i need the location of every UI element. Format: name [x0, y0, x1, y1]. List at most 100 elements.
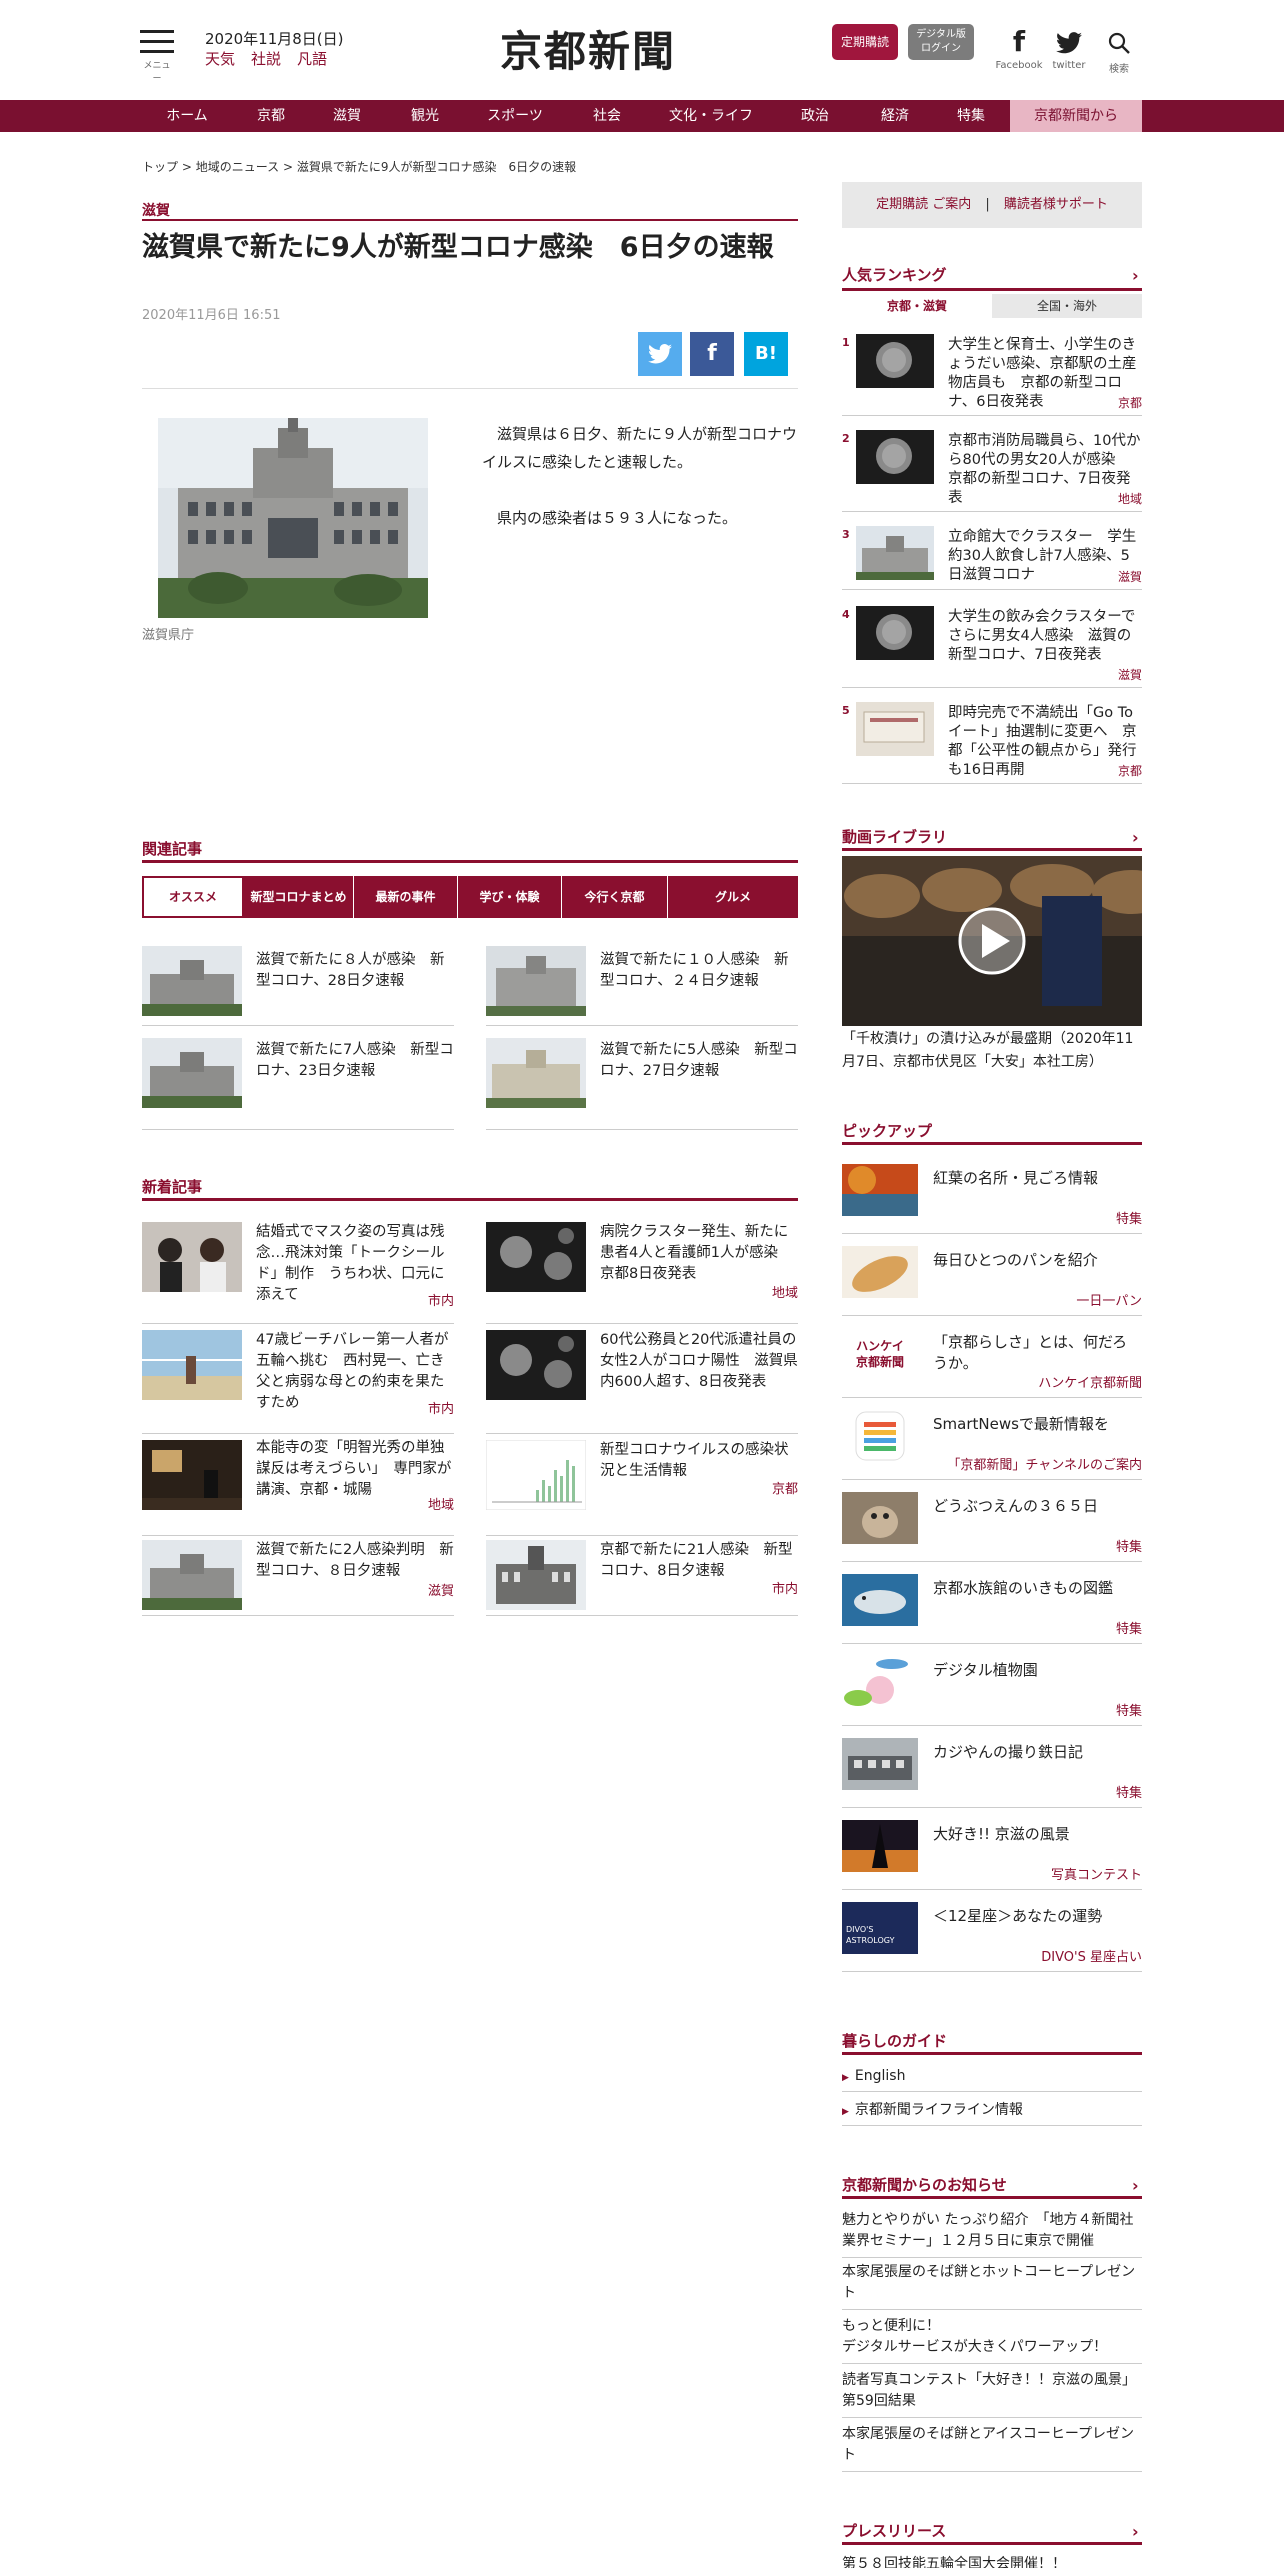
facebook-header-link[interactable]: f Facebook: [994, 24, 1044, 71]
breadcrumb-local-news[interactable]: 地域のニュース: [196, 160, 279, 174]
article-photo-shiga-prefectural-office[interactable]: [158, 418, 428, 618]
guide-item-english[interactable]: ▶ English: [842, 2060, 1142, 2092]
weather-link[interactable]: 天気: [205, 50, 235, 68]
tab-learning[interactable]: 学び・体験: [458, 876, 562, 918]
menu-button[interactable]: メニュー: [140, 30, 174, 84]
ranking-number: 5: [842, 704, 850, 717]
related-item[interactable]: 滋賀で新たに5人感染 新型コロナ、27日夕速報: [486, 1032, 798, 1130]
press-more-chevron-icon[interactable]: ›: [1132, 2522, 1139, 2541]
ranking-item[interactable]: 1 大学生と保育士、小学生のきょうだい感染、京都駅の土産物店員も 京都の新型コロ…: [842, 334, 1142, 416]
pickup-item[interactable]: 紅葉の名所・見ごろ情報 特集: [842, 1156, 1142, 1234]
share-hatena-button[interactable]: B!: [744, 332, 788, 376]
tab-corona-summary[interactable]: 新型コロナまとめ: [244, 876, 354, 918]
share-twitter-button[interactable]: [638, 332, 682, 376]
editorial-link[interactable]: 社説: [251, 50, 281, 68]
nav-item-kyoto[interactable]: 京都: [236, 100, 306, 132]
pickup-item[interactable]: 京都水族館のいきもの図鑑 特集: [842, 1566, 1142, 1644]
video-heading-line: [842, 848, 1142, 851]
related-thumb-image: [486, 1038, 586, 1108]
latest-heading: 新着記事: [142, 1178, 203, 1196]
related-item[interactable]: 滋賀で新たに１０人感染 新型コロナ、２４日夕速報: [486, 946, 798, 1026]
tab-recommended[interactable]: オススメ: [142, 876, 244, 918]
photo-caption: 滋賀県庁: [142, 628, 195, 643]
nav-item-politics[interactable]: 政治: [780, 100, 850, 132]
nav-item-home[interactable]: ホーム: [148, 100, 226, 132]
video-player-thumbnail[interactable]: [842, 856, 1142, 1026]
article-divider: [142, 388, 798, 389]
link-separator: |: [985, 197, 990, 212]
ranking-item-tag: 京都: [1117, 396, 1142, 410]
tab-gourmet[interactable]: グルメ: [668, 876, 798, 918]
pickup-item[interactable]: DIVO'S ASTROLOGY ＜12星座＞あなたの運勢 DIVO'S 星座占…: [842, 1894, 1142, 1972]
notices-heading-line: [842, 2196, 1142, 2199]
latest-item[interactable]: 病院クラスター発生、新たに患者4人と看護師1人が感染 京都8日夜発表 地域: [486, 1222, 798, 1324]
notice-item[interactable]: 読者写真コンテスト「大好き！！京滋の風景」第59回結果: [842, 2370, 1142, 2418]
tab-kyoto-now[interactable]: 今行く京都: [562, 876, 668, 918]
notice-item[interactable]: 魅力とやりがい たっぷり紹介 「地方４新聞社業界セミナー」１２月５日に東京で開催: [842, 2210, 1142, 2258]
pickup-item[interactable]: 毎日ひとつのパンを紹介 一日一パン: [842, 1238, 1142, 1316]
latest-item[interactable]: 47歳ビーチバレー第一人者が五輪へ挑む 西村晃一、亡き父と病弱な母との約束を果た…: [142, 1328, 454, 1434]
notice-item[interactable]: 本家尾張屋のそば餅とホットコーヒープレゼント: [842, 2262, 1142, 2310]
bongo-link[interactable]: 凡語: [297, 50, 327, 68]
hatena-bookmark-icon: B!: [755, 343, 777, 364]
breadcrumb-separator: >: [181, 160, 192, 174]
tab-latest-incidents[interactable]: 最新の事件: [354, 876, 458, 918]
twitter-header-link[interactable]: twitter: [1044, 24, 1094, 71]
video-caption[interactable]: 「千枚漬け」の漬け込みが最盛期（2020年11月7日、京都市伏見区「大安」本社工…: [842, 1028, 1142, 1074]
ranking-number: 2: [842, 432, 850, 445]
latest-item-tag: 京都: [771, 1482, 798, 1497]
guide-item-lifeline[interactable]: ▶ 京都新聞ライフライン情報: [842, 2094, 1142, 2126]
share-facebook-button[interactable]: f: [690, 332, 734, 376]
ranking-tab-national[interactable]: 全国・海外: [992, 294, 1142, 318]
latest-item[interactable]: 60代公務員と20代派遣社員の女性2人がコロナ陽性 滋賀県内600人超す、8日夜…: [486, 1328, 798, 1434]
divos-astrology-logo: DIVO'S ASTROLOGY: [842, 1902, 918, 1954]
related-heading-line: [142, 860, 798, 863]
subscribe-button[interactable]: 定期購読: [832, 24, 898, 60]
notices-more-chevron-icon[interactable]: ›: [1132, 2176, 1139, 2195]
ranking-item[interactable]: 3 立命館大でクラスター 学生約30人飲食し計7人感染、5日滋賀コロナ 滋賀: [842, 526, 1142, 590]
latest-thumb-virus: [486, 1222, 586, 1292]
pickup-item[interactable]: ハンケイ 京都新聞 「京都らしさ」とは、何だろうか。 ハンケイ京都新聞: [842, 1320, 1142, 1398]
video-more-chevron-icon[interactable]: ›: [1132, 828, 1139, 847]
hamburger-icon-bar: [140, 40, 174, 43]
nav-item-shiga[interactable]: 滋賀: [312, 100, 382, 132]
ranking-thumb-virus: [856, 334, 934, 388]
site-logo[interactable]: 京都新聞: [500, 18, 710, 79]
related-thumb-image: [142, 1038, 242, 1108]
pickup-item-tag: ハンケイ京都新聞: [1038, 1376, 1142, 1391]
digital-login-button[interactable]: デジタル版 ログイン: [908, 24, 974, 60]
pickup-item[interactable]: どうぶつえんの３６５日 特集: [842, 1484, 1142, 1562]
related-item[interactable]: 滋賀で新たに８人が感染 新型コロナ、28日夕速報: [142, 946, 454, 1026]
latest-item[interactable]: 新型コロナウイルスの感染状況と生活情報 京都: [486, 1438, 798, 1536]
notice-item[interactable]: 本家尾張屋のそば餅とアイスコーヒープレゼント: [842, 2424, 1142, 2472]
search-button[interactable]: 検索: [1094, 24, 1144, 75]
nav-item-features[interactable]: 特集: [940, 100, 1002, 132]
ranking-item[interactable]: 4 大学生の飲み会クラスターでさらに男女4人感染 滋賀の新型コロナ、7日夜発表 …: [842, 606, 1142, 688]
subscriber-support-link[interactable]: 購読者様サポート: [1004, 197, 1108, 212]
pickup-item[interactable]: SmartNewsで最新情報を 「京都新聞」チャンネルのご案内: [842, 1402, 1142, 1480]
nav-item-economy[interactable]: 経済: [860, 100, 930, 132]
pickup-item[interactable]: デジタル植物園 特集: [842, 1648, 1142, 1726]
latest-item[interactable]: 本能寺の変「明智光秀の単独謀反は考えづらい」 専門家が講演、京都・城陽 地域: [142, 1438, 454, 1536]
ranking-item[interactable]: 5 即時完売で不満続出「Go To イート」抽選制に変更へ 京都「公平性の観点か…: [842, 702, 1142, 784]
article-paragraph: 県内の感染者は５９３人になった。: [497, 509, 738, 527]
latest-item[interactable]: 結婚式でマスク姿の写真は残念…飛沫対策「トークシールド」制作 うちわ状、口元に添…: [142, 1222, 454, 1324]
latest-item[interactable]: 滋賀で新たに2人感染判明 新型コロナ、８日夕速報 滋賀: [142, 1540, 454, 1616]
notice-item[interactable]: もっと便利に！ デジタルサービスが大きくパワーアップ！: [842, 2316, 1142, 2364]
breadcrumb-top[interactable]: トップ: [142, 160, 178, 174]
pickup-item[interactable]: 大好き!! 京滋の風景 写真コンテスト: [842, 1812, 1142, 1890]
ranking-tab-kyoto-shiga[interactable]: 京都・滋賀: [842, 294, 992, 318]
nav-item-sports[interactable]: スポーツ: [470, 100, 560, 132]
related-item[interactable]: 滋賀で新たに7人感染 新型コロナ、23日夕速報: [142, 1032, 454, 1130]
article-category[interactable]: 滋賀: [142, 200, 170, 220]
pickup-item[interactable]: カジやんの撮り鉄日記 特集: [842, 1730, 1142, 1808]
nav-item-society[interactable]: 社会: [572, 100, 642, 132]
latest-item[interactable]: 京都で新たに21人感染 新型コロナ、8日夕速報 市内: [486, 1540, 798, 1616]
nav-item-culture[interactable]: 文化・ライフ: [656, 100, 766, 132]
subscription-info-link[interactable]: 定期購読 ご案内: [876, 197, 971, 212]
ranking-more-chevron-icon[interactable]: ›: [1132, 266, 1139, 285]
press-item[interactable]: 第５８回技能五輪全国大会開催！！: [842, 2554, 1142, 2568]
nav-item-sightseeing[interactable]: 観光: [390, 100, 460, 132]
ranking-item[interactable]: 2 京都市消防局職員ら、10代から80代の男女20人が感染 京都の新型コロナ、7…: [842, 430, 1142, 512]
nav-item-from-kyoto-np[interactable]: 京都新聞から: [1010, 100, 1142, 132]
